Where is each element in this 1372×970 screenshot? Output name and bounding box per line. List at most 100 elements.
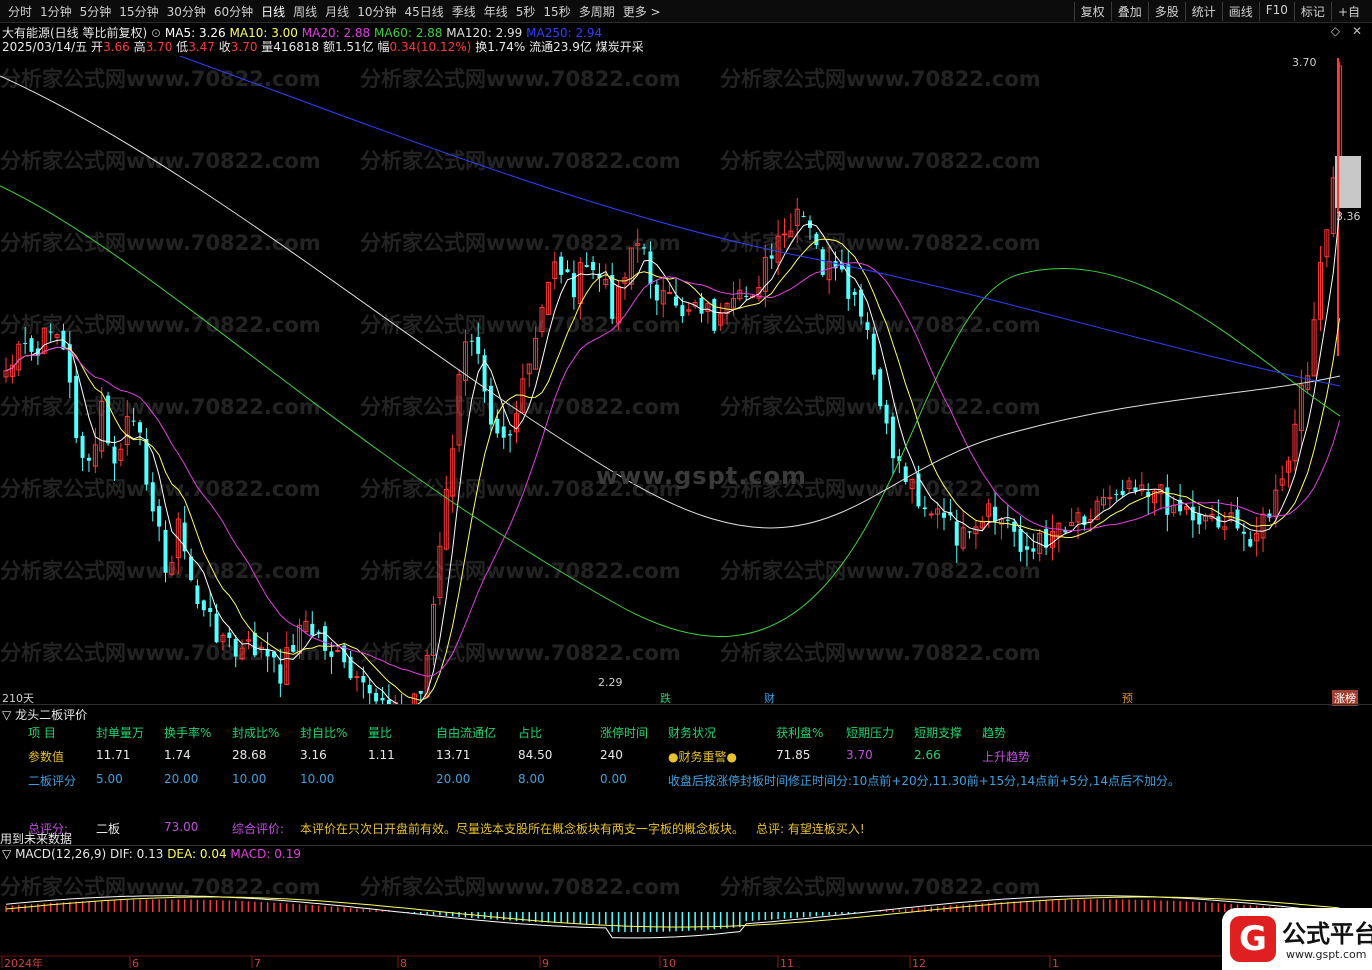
table-header: 项 目: [28, 726, 56, 740]
candle-body-down: [29, 338, 34, 352]
verdict-text: 总评: 有望连板买入!: [756, 822, 865, 836]
candle-body-down: [508, 434, 513, 436]
period-tab[interactable]: 日线: [257, 3, 289, 20]
macd-chart[interactable]: 分析家公式网www.70822.com 分析家公式网www.70822.com 分析…: [0, 860, 1372, 970]
period-tab[interactable]: 月线: [321, 3, 353, 20]
candle-body-down: [1197, 513, 1202, 525]
candle-body-down: [699, 297, 704, 314]
candle-body-down: [884, 404, 889, 424]
period-tab[interactable]: 分时: [4, 3, 36, 20]
high-value: 3.70: [145, 40, 173, 54]
period-tab[interactable]: 季线: [448, 3, 480, 20]
candle-body-down: [1241, 531, 1246, 534]
comment-text: 本评价在只次日开盘前有效。尽量选本支股所在概念板块有两支一字板的概念板块。: [300, 822, 745, 836]
brand-badge: G 公式平台 www.gspt.com: [1222, 908, 1372, 970]
candle-body-down: [591, 261, 596, 271]
evaluation-table: 项 目 封单量万 换手率% 封成比% 封自比% 量比 自由流通亿 占比 涨停时间 财务状况 获利盘%…: [0, 720, 1372, 846]
period-tab[interactable]: 30分钟: [163, 3, 210, 20]
score-cell: 0.00: [600, 772, 627, 786]
month-label: 2024年: [4, 956, 43, 970]
period-tab[interactable]: 年线: [480, 3, 512, 20]
tool-button[interactable]: F10: [1258, 2, 1294, 21]
candle-body-down: [922, 507, 927, 510]
candle-body-down: [610, 275, 615, 319]
tool-button[interactable]: 多股: [1147, 2, 1185, 21]
month-label: 10: [662, 957, 676, 970]
candle-body-down: [846, 264, 851, 299]
period-tab[interactable]: 多周期: [575, 3, 619, 20]
tool-button[interactable]: +自: [1330, 2, 1366, 21]
period-tab[interactable]: 60分钟: [210, 3, 257, 20]
watermark-text: 分析家公式网www.70822.com: [0, 149, 321, 173]
month-label: 1: [1052, 957, 1059, 970]
param-cell: 2.66: [914, 748, 941, 762]
candle-body-down: [74, 375, 79, 439]
candle-body-down: [329, 651, 334, 657]
candle-body-down: [1044, 528, 1049, 548]
candle-body-down: [852, 291, 857, 295]
macd-collapse-icon[interactable]: ▽: [2, 847, 11, 861]
tool-button[interactable]: 叠加: [1110, 2, 1148, 21]
volume-value: 量416818: [261, 40, 320, 54]
float-value: 流通23.9亿: [529, 40, 592, 54]
candle-body-down: [1114, 493, 1119, 495]
watermark-text: 分析家公式网www.70822.com: [360, 875, 681, 899]
table-header: 自由流通亿: [436, 726, 497, 740]
watermark-text: 分析家公式网www.70822.com: [720, 149, 1041, 173]
candle-body-down: [157, 506, 162, 527]
watermark-text: 分析家公式网www.70822.com: [720, 313, 1041, 337]
kline-chart[interactable]: 分析家公式网www.70822.com 分析家公式网www.70822.com 分析…: [0, 56, 1372, 704]
candle-body-down: [1024, 546, 1029, 550]
candle-body-down: [291, 645, 296, 652]
candle-body-down: [214, 613, 219, 643]
candle-body-down: [112, 446, 117, 464]
tool-button[interactable]: 复权: [1073, 2, 1111, 21]
macd-title: MACD(12,26,9): [15, 847, 107, 861]
watermark-text: 分析家公式网www.70822.com: [0, 67, 321, 91]
period-tab[interactable]: 15分钟: [115, 3, 162, 20]
period-tab[interactable]: 5秒: [512, 3, 540, 20]
high-label: 高: [133, 40, 146, 54]
candle-body-down: [993, 506, 998, 522]
dea-line: [5, 896, 1340, 928]
candle-body-down: [584, 264, 589, 268]
candle-body-down: [642, 247, 647, 249]
period-tab[interactable]: 45日线: [400, 3, 447, 20]
low-label: 低: [176, 40, 189, 54]
score-cell: 20.00: [436, 772, 471, 786]
watermark-text: 分析家公式网www.70822.com: [360, 641, 681, 665]
tool-button[interactable]: 标记: [1293, 2, 1331, 21]
tool-button[interactable]: 画线: [1221, 2, 1259, 21]
macd-header: ▽ MACD(12,26,9) DIF: 0.13 DEA: 0.04 MACD…: [2, 847, 301, 861]
period-tab[interactable]: 5分钟: [76, 3, 116, 20]
candle-body-down: [801, 215, 806, 217]
candle-body-up: [667, 292, 673, 295]
candle-body-down: [744, 295, 749, 297]
candle-body-down: [86, 457, 91, 461]
period-tab[interactable]: 10分钟: [353, 3, 400, 20]
brand-logo-icon: G: [1230, 916, 1276, 962]
period-toolbar: 分时 1分钟 5分钟 15分钟 30分钟 60分钟 日线 周线 月线 10分钟 45日线 季线 年线 5秒…: [0, 0, 1372, 23]
candle-body-down: [265, 649, 270, 657]
candle-body-down: [316, 631, 321, 633]
tool-button[interactable]: 统计: [1184, 2, 1222, 21]
turnover-value: 换1.74%: [475, 40, 526, 54]
table-header: 短期支撑: [914, 726, 963, 740]
expand-up-icon[interactable]: ◇: [1331, 24, 1340, 38]
close-icon[interactable]: ✕: [1352, 24, 1362, 38]
quote-line: 2025/03/14/五 开3.66 高3.70 低3.47 收3.70 量41…: [2, 40, 644, 54]
period-tab[interactable]: 1分钟: [36, 3, 76, 20]
period-tab[interactable]: 更多 >: [619, 3, 665, 20]
period-tab[interactable]: 周线: [289, 3, 321, 20]
table-header: 封成比%: [232, 726, 280, 740]
quote-date: 2025/03/14/五: [2, 40, 88, 54]
macd-value: MACD: 0.19: [230, 847, 301, 861]
table-header: 封自比%: [300, 726, 348, 740]
period-tab[interactable]: 15秒: [539, 3, 574, 20]
macd-dea: DEA: 0.04: [167, 847, 227, 861]
candle-body-down: [1005, 519, 1010, 521]
candle-body-down: [1120, 490, 1125, 496]
candle-body-down: [367, 684, 372, 694]
candle-body-down: [361, 676, 366, 683]
candle-body-down: [227, 632, 232, 638]
